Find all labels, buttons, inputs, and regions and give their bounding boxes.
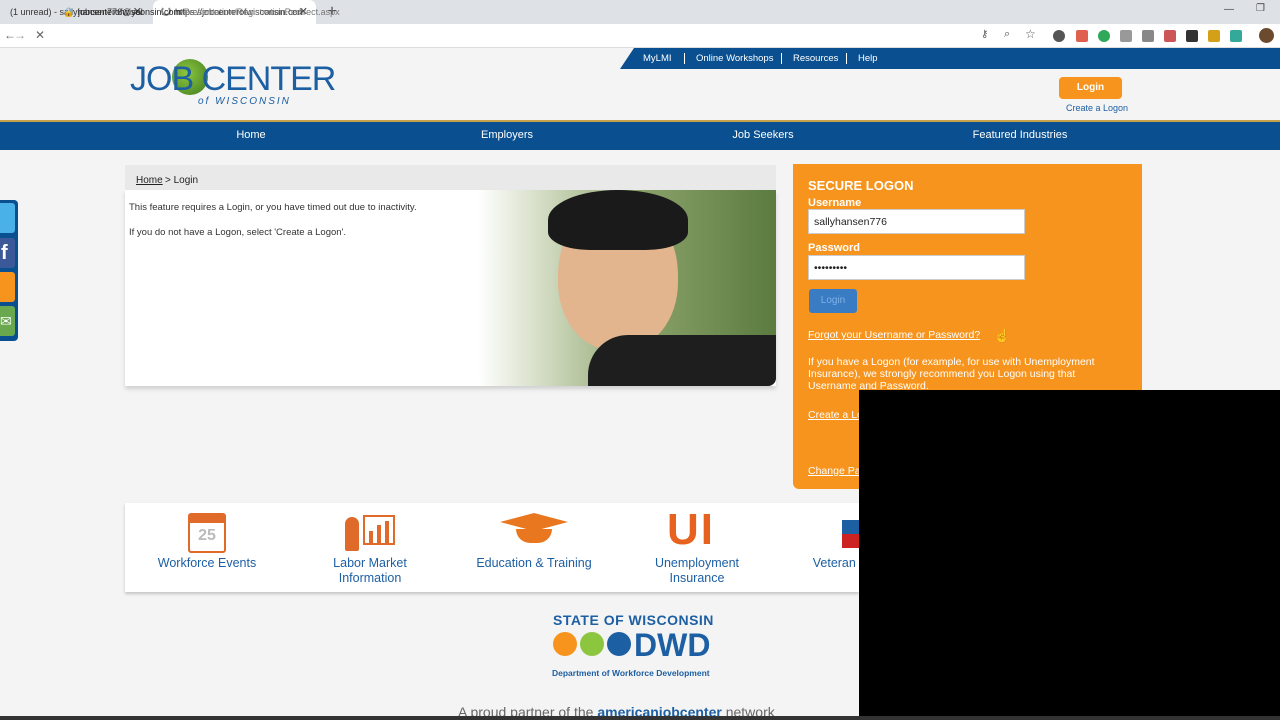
divider — [684, 53, 685, 64]
profile-avatar[interactable] — [1259, 28, 1274, 43]
password-label: Password — [808, 242, 860, 254]
lock-icon: 🔒 — [63, 7, 75, 17]
nav-featured-industries[interactable]: Featured Industries — [950, 120, 1090, 150]
util-link-mylmi[interactable]: MyLMI — [643, 48, 672, 69]
username-label: Username — [808, 197, 862, 209]
flag-icon[interactable] — [842, 520, 859, 548]
breadcrumb-home-link[interactable]: Home — [136, 175, 163, 186]
dwd-state-text: STATE OF WISCONSIN — [553, 612, 714, 628]
forgot-credentials-link[interactable]: Forgot your Username or Password? — [808, 329, 980, 341]
labor-market-information-link[interactable]: Labor Market Information — [310, 556, 430, 586]
restore-icon[interactable]: ❐ — [1256, 3, 1265, 14]
address-bar-row — [0, 24, 1280, 48]
workforce-events-link[interactable]: Workforce Events — [147, 556, 267, 571]
bookmark-star-icon[interactable]: ☆ — [1025, 27, 1036, 41]
util-link-resources[interactable]: Resources — [793, 48, 838, 69]
calendar-icon[interactable]: 25 — [188, 513, 226, 553]
username-field[interactable]: sallyhansen776 — [808, 209, 1025, 234]
twitter-icon[interactable] — [0, 203, 15, 233]
extension-icon[interactable] — [1208, 30, 1220, 42]
dwd-emblem-icon — [553, 630, 633, 660]
timeout-message: This feature requires a Login, or you ha… — [129, 202, 417, 213]
stop-loading-icon[interactable]: ✕ — [35, 28, 45, 42]
extension-icon[interactable] — [1120, 30, 1132, 42]
calendar-date: 25 — [198, 527, 216, 544]
util-link-help[interactable]: Help — [858, 48, 878, 69]
login-submit-button[interactable]: Login — [809, 289, 857, 313]
breadcrumb-current: > Login — [165, 175, 199, 186]
url-host: jobcenterofwisconsin.com — [78, 7, 182, 17]
bottom-strip — [0, 716, 1280, 720]
zoom-icon[interactable]: ⌕ — [1004, 28, 1010, 41]
nav-home[interactable]: Home — [211, 120, 291, 150]
rss-icon[interactable] — [0, 272, 15, 302]
util-link-online-workshops[interactable]: Online Workshops — [696, 48, 773, 69]
logo-main-text: JOB CENTER — [130, 60, 336, 98]
forward-icon[interactable]: → — [14, 28, 26, 42]
email-icon[interactable]: ✉ — [0, 306, 15, 336]
password-field[interactable]: ••••••••• — [808, 255, 1025, 280]
education-training-link[interactable]: Education & Training — [474, 556, 594, 571]
window-controls[interactable]: — ❐ — [1220, 0, 1280, 24]
key-icon[interactable]: ⚷ — [981, 29, 988, 40]
cursor-hand-icon: ☝ — [994, 328, 1011, 343]
extension-icon[interactable] — [1053, 30, 1065, 42]
unemployment-insurance-link[interactable]: Unemployment Insurance — [637, 556, 757, 586]
breadcrumb — [125, 165, 776, 190]
ui-icon[interactable]: UI — [667, 505, 715, 555]
dwd-department-text: Department of Workforce Development — [552, 668, 710, 678]
extension-icon[interactable] — [1142, 30, 1154, 42]
grammarly-icon[interactable] — [1098, 30, 1110, 42]
minimize-icon[interactable]: — — [1224, 4, 1234, 15]
hero-photo — [478, 190, 776, 386]
nav-job-seekers[interactable]: Job Seekers — [713, 120, 813, 150]
person-hair — [548, 190, 688, 250]
url-input[interactable]: 🔒 jobcenterofwisconsin.com/Presentation/… — [54, 3, 954, 21]
black-overlay — [859, 390, 1280, 718]
divider — [781, 53, 782, 64]
presentation-icon[interactable] — [345, 513, 397, 553]
secure-logon-title: SECURE LOGON — [808, 178, 914, 193]
nav-employers[interactable]: Employers — [457, 120, 557, 150]
person-jacket — [588, 335, 776, 386]
header-create-logon-link[interactable]: Create a Logon — [1066, 103, 1128, 113]
facebook-icon[interactable]: f — [0, 238, 15, 268]
pdf-icon[interactable] — [1164, 30, 1176, 42]
graduation-cap-icon[interactable] — [500, 511, 568, 547]
header-login-button[interactable]: Login — [1059, 77, 1122, 99]
url-path: /Presentation/RegistrationRedirect.aspx — [181, 7, 340, 17]
logo-sub-text: of WISCONSIN — [198, 96, 291, 107]
extension-icon[interactable] — [1230, 30, 1242, 42]
extension-icon[interactable] — [1076, 30, 1088, 42]
shield-icon[interactable] — [1186, 30, 1198, 42]
create-logon-hint: If you do not have a Logon, select 'Crea… — [129, 227, 347, 238]
divider — [846, 53, 847, 64]
dwd-logo-text: DWD — [634, 627, 711, 663]
logon-recommendation-text: If you have a Logon (for example, for us… — [808, 356, 1095, 390]
